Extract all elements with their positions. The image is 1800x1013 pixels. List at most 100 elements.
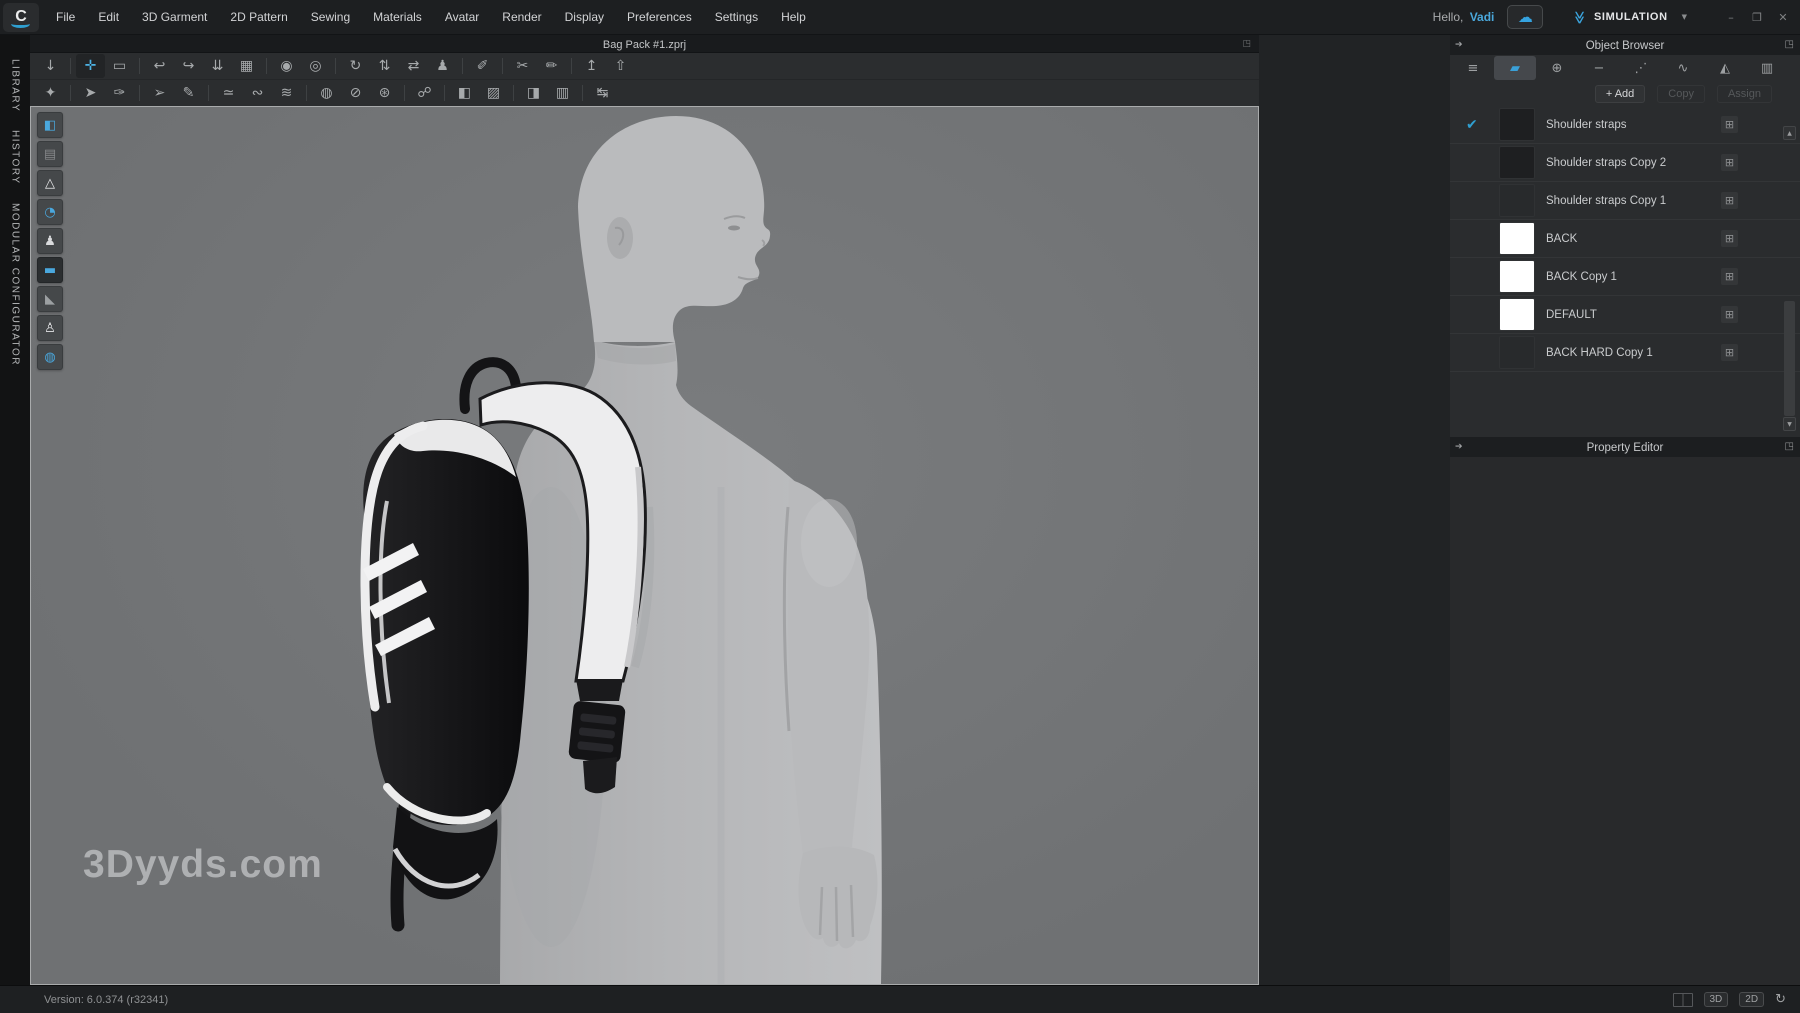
- cloud-sync-button[interactable]: ☁: [1507, 5, 1544, 29]
- view-2d-button[interactable]: 2D: [1739, 992, 1765, 1007]
- chevron-down-icon[interactable]: ▼: [1682, 13, 1687, 21]
- simulation-button[interactable]: ≫ SIMULATION ▼: [1566, 7, 1693, 28]
- tab-scene-list[interactable]: ≡: [1452, 56, 1494, 80]
- project-tab[interactable]: Bag Pack #1.zprj: [603, 39, 686, 51]
- flip-up-right-icon[interactable]: ⇧: [606, 54, 635, 78]
- select-move-icon[interactable]: ✛: [76, 54, 105, 78]
- menu-item[interactable]: 3D Garment: [139, 7, 210, 27]
- style-line-icon[interactable]: ✑: [105, 81, 134, 105]
- add-colorway-icon[interactable]: ⊞: [1721, 306, 1738, 323]
- menu-item[interactable]: Preferences: [624, 7, 695, 27]
- tab-buttonhole[interactable]: −: [1578, 56, 1620, 80]
- fabric-swatch[interactable]: [1500, 147, 1534, 178]
- gradient-tool-icon[interactable]: ▨: [479, 81, 508, 105]
- button-icon[interactable]: ◍: [312, 81, 341, 105]
- add-colorway-icon[interactable]: ⊞: [1721, 344, 1738, 361]
- edit-sewing-icon[interactable]: ✏: [537, 54, 566, 78]
- toggle-show-fit[interactable]: △: [37, 170, 63, 196]
- menu-item[interactable]: Display: [562, 7, 607, 27]
- tab-button[interactable]: ⊕: [1536, 56, 1578, 80]
- add-colorway-icon[interactable]: ⊞: [1721, 268, 1738, 285]
- toggle-fabric-view[interactable]: ▬: [37, 257, 63, 283]
- fabric-row[interactable]: ✔ Shoulder straps Copy 2 ⊞: [1450, 144, 1800, 182]
- free-sewing-icon[interactable]: ∾: [243, 81, 272, 105]
- edit-pattern-icon[interactable]: ✎: [174, 81, 203, 105]
- toggle-show-garment[interactable]: ◧: [37, 112, 63, 138]
- toggle-pattern-view[interactable]: ◣: [37, 286, 63, 312]
- toggle-show-avatar[interactable]: ♟: [37, 228, 63, 254]
- fabric-row[interactable]: ✔ Shoulder straps ⊞: [1450, 106, 1800, 144]
- undock-icon[interactable]: ◳: [1785, 437, 1794, 457]
- symmetry-align-icon[interactable]: ↹: [588, 81, 617, 105]
- menu-item[interactable]: Help: [778, 7, 809, 27]
- toggle-avatar-mesh[interactable]: ♙: [37, 315, 63, 341]
- fabric-swatch[interactable]: [1500, 223, 1534, 254]
- fabric-swatch[interactable]: [1500, 299, 1534, 330]
- tab-topstitch[interactable]: ⋰: [1620, 56, 1662, 80]
- add-colorway-icon[interactable]: ⊞: [1721, 230, 1738, 247]
- menu-item[interactable]: Sewing: [308, 7, 353, 27]
- view-3d-button[interactable]: 3D: [1703, 992, 1729, 1007]
- side-tab[interactable]: HISTORY: [10, 130, 21, 185]
- attach-button-icon[interactable]: ⊛: [370, 81, 399, 105]
- add-colorway-icon[interactable]: ⊞: [1721, 154, 1738, 171]
- fit-to-avatar-icon[interactable]: ♟: [428, 54, 457, 78]
- fabric-row[interactable]: ✔ BACK HARD Copy 1 ⊞: [1450, 334, 1800, 372]
- fabric-swatch[interactable]: [1500, 185, 1534, 216]
- cut-sew-icon[interactable]: ✂: [508, 54, 537, 78]
- tab-puckering[interactable]: ◭: [1704, 56, 1746, 80]
- pin-icon[interactable]: ◉: [272, 54, 301, 78]
- move-arrangement-icon[interactable]: ⇅: [370, 54, 399, 78]
- rotate-garment-icon[interactable]: ↻: [341, 54, 370, 78]
- flip-garment-icon[interactable]: ⇄: [399, 54, 428, 78]
- menu-item[interactable]: Settings: [712, 7, 761, 27]
- menu-item[interactable]: Render: [499, 7, 544, 27]
- fabric-row[interactable]: ✔ Shoulder straps Copy 1 ⊞: [1450, 182, 1800, 220]
- menu-item[interactable]: 2D Pattern: [227, 7, 290, 27]
- flip-up-left-icon[interactable]: ↥: [577, 54, 606, 78]
- menu-item[interactable]: Avatar: [442, 7, 482, 27]
- undock-icon[interactable]: ◳: [1785, 35, 1794, 55]
- fabric-swatch[interactable]: [1500, 261, 1534, 292]
- fabric-row[interactable]: ✔ BACK ⊞: [1450, 220, 1800, 258]
- fabric-row[interactable]: ✔ DEFAULT ⊞: [1450, 296, 1800, 334]
- menu-item[interactable]: Materials: [370, 7, 425, 27]
- minimize-button[interactable]: –: [1720, 8, 1742, 26]
- fold-arrangement-icon[interactable]: ↩: [145, 54, 174, 78]
- add-colorway-icon[interactable]: ⊞: [1721, 192, 1738, 209]
- reset-2d-arrangement-icon[interactable]: ↓: [36, 54, 65, 78]
- measure-icon[interactable]: ✐: [468, 54, 497, 78]
- close-button[interactable]: ✕: [1772, 8, 1794, 26]
- avatar-pose-icon[interactable]: ✦: [36, 81, 65, 105]
- scroll-thumb[interactable]: [1784, 301, 1795, 416]
- select-texture-icon[interactable]: ◨: [519, 81, 548, 105]
- fabric-row[interactable]: ✔ BACK Copy 1 ⊞: [1450, 258, 1800, 296]
- toggle-strain-map[interactable]: ◔: [37, 199, 63, 225]
- tab-zipper[interactable]: ▥: [1746, 56, 1788, 80]
- sewing-machine-icon[interactable]: ▦: [232, 54, 261, 78]
- toggle-environment[interactable]: ◍: [37, 344, 63, 370]
- collapse-arrow-icon[interactable]: ➔: [1455, 437, 1463, 457]
- reset-fold-icon[interactable]: ⇊: [203, 54, 232, 78]
- toggle-garment-mesh[interactable]: ▤: [37, 141, 63, 167]
- mn-sewing-icon[interactable]: ≋: [272, 81, 301, 105]
- viewport-3d[interactable]: ◧ ▤ △ ◔ ♟ ▬ ◣ ♙ ◍ 3Dyyds.com: [30, 106, 1259, 985]
- restore-button[interactable]: ❐: [1746, 8, 1768, 26]
- segment-sewing-icon[interactable]: ≃: [214, 81, 243, 105]
- edit-texture-icon[interactable]: ▥: [548, 81, 577, 105]
- buttonhole-icon[interactable]: ⊘: [341, 81, 370, 105]
- side-tab[interactable]: MODULAR CONFIGURATOR: [10, 203, 21, 366]
- scroll-down-button[interactable]: ▼: [1783, 417, 1796, 431]
- username[interactable]: Vadi: [1470, 10, 1495, 24]
- fabric-swatch[interactable]: [1500, 109, 1534, 140]
- side-tab[interactable]: LIBRARY: [10, 59, 21, 112]
- list-scrollbar[interactable]: ▲ ▼: [1783, 106, 1797, 468]
- unfold-arrangement-icon[interactable]: ↪: [174, 54, 203, 78]
- undock-icon[interactable]: ◳: [1242, 35, 1251, 53]
- zipper-icon[interactable]: ☍: [410, 81, 439, 105]
- select-rectangle-icon[interactable]: ▭: [105, 54, 134, 78]
- add-fabric-button[interactable]: + Add: [1594, 85, 1646, 103]
- tab-stitch[interactable]: ∿: [1662, 56, 1704, 80]
- tab-fabric[interactable]: ▰: [1494, 56, 1536, 80]
- scroll-up-button[interactable]: ▲: [1783, 126, 1796, 140]
